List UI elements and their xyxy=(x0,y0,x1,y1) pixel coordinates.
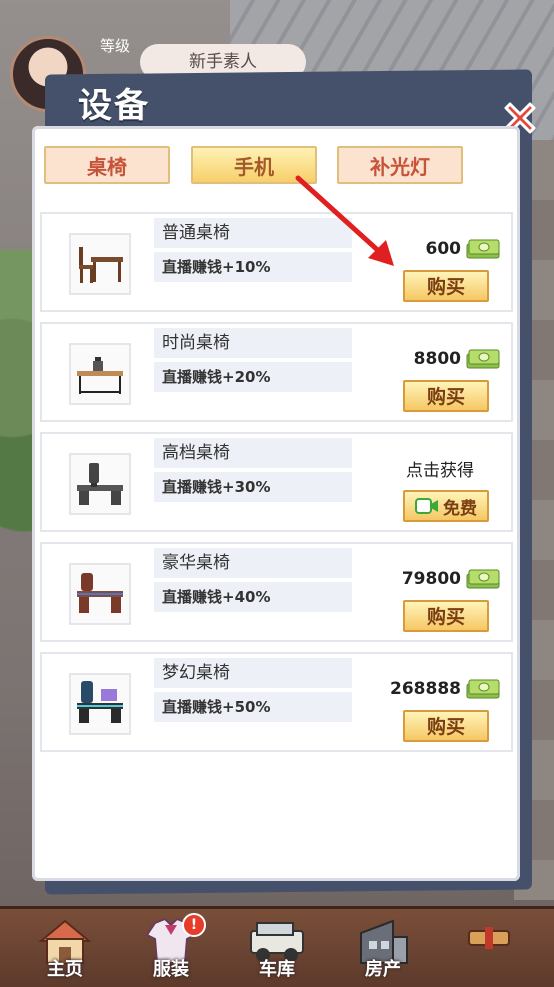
obtain-hint: 点击获得 xyxy=(406,461,474,481)
item-thumbnail xyxy=(69,233,131,295)
guide-arrow-icon xyxy=(295,175,394,266)
item-bonus: 直播赚钱+30% xyxy=(154,472,352,502)
nav-outfit[interactable]: ! 服装 xyxy=(126,913,216,987)
nav-property-label: 房产 xyxy=(365,959,401,980)
tab-bar: 桌椅 手机 补光灯 xyxy=(44,146,514,186)
item-price: 268888 xyxy=(390,676,501,702)
list-item: 豪华桌椅 直播赚钱+40% 79800 购买 xyxy=(40,542,513,642)
price-value: 79800 xyxy=(401,569,461,589)
bottom-nav: 主页 ! 服装 车库 房产 xyxy=(0,906,554,987)
item-thumbnail xyxy=(69,453,131,515)
list-item: 时尚桌椅 直播赚钱+20% 8800 购买 xyxy=(40,322,513,422)
item-thumbnail xyxy=(69,563,131,625)
list-item: 高档桌椅 直播赚钱+30% 点击获得 免费 xyxy=(40,432,513,532)
free-button-label: 免费 xyxy=(443,498,477,519)
buy-button[interactable]: 购买 xyxy=(403,600,489,632)
item-name: 梦幻桌椅 xyxy=(154,658,352,688)
tab-desk-chair[interactable]: 桌椅 xyxy=(44,146,170,184)
nav-garage[interactable]: 车库 xyxy=(232,917,322,987)
price-value: 600 xyxy=(425,239,462,259)
nav-outfit-label: 服装 xyxy=(153,959,189,980)
nav-home[interactable]: 主页 xyxy=(20,917,110,987)
item-bonus: 直播赚钱+20% xyxy=(154,362,352,392)
item-name: 豪华桌椅 xyxy=(154,548,352,578)
item-thumbnail xyxy=(69,343,131,405)
video-icon xyxy=(415,498,438,514)
modern-desk-icon xyxy=(77,357,123,394)
item-price: 600 xyxy=(426,236,502,262)
item-bonus: 直播赚钱+50% xyxy=(154,692,352,722)
modal-title: 设备 xyxy=(78,86,150,126)
cash-icon xyxy=(466,679,500,699)
nav-property[interactable]: 房产 xyxy=(338,917,428,987)
item-name: 时尚桌椅 xyxy=(154,328,352,358)
gift-icon xyxy=(468,927,510,949)
price-value: 8800 xyxy=(413,349,461,369)
nav-gift[interactable] xyxy=(444,917,534,987)
gaming-desk-icon xyxy=(77,681,123,723)
item-bonus: 直播赚钱+40% xyxy=(154,582,352,612)
free-button[interactable]: 免费 xyxy=(403,490,489,522)
list-item: 普通桌椅 直播赚钱+10% 600 购买 xyxy=(40,212,513,312)
luxury-desk-icon xyxy=(77,573,123,613)
nav-garage-label: 车库 xyxy=(259,959,295,980)
wooden-desk-icon xyxy=(79,247,123,283)
list-item: 梦幻桌椅 直播赚钱+50% 268888 购买 xyxy=(40,652,513,752)
item-price: 8800 xyxy=(414,346,501,372)
cash-icon xyxy=(466,349,500,369)
buy-button[interactable]: 购买 xyxy=(403,270,489,302)
buy-button[interactable]: 购买 xyxy=(403,710,489,742)
cash-icon xyxy=(466,569,500,589)
level-label: 等级 xyxy=(99,37,130,55)
item-thumbnail xyxy=(69,673,131,735)
item-name: 高档桌椅 xyxy=(154,438,352,468)
buy-button[interactable]: 购买 xyxy=(403,380,489,412)
item-price: 79800 xyxy=(402,566,501,592)
price-value: 268888 xyxy=(390,679,461,699)
notification-badge: ! xyxy=(182,913,206,937)
cash-icon xyxy=(466,239,500,259)
equipment-panel: 桌椅 手机 补光灯 普通桌椅 直播赚钱+10% 600 购买 时尚桌椅 直播赚钱… xyxy=(32,126,520,881)
nav-home-label: 主页 xyxy=(47,959,83,980)
executive-desk-icon xyxy=(77,463,123,505)
